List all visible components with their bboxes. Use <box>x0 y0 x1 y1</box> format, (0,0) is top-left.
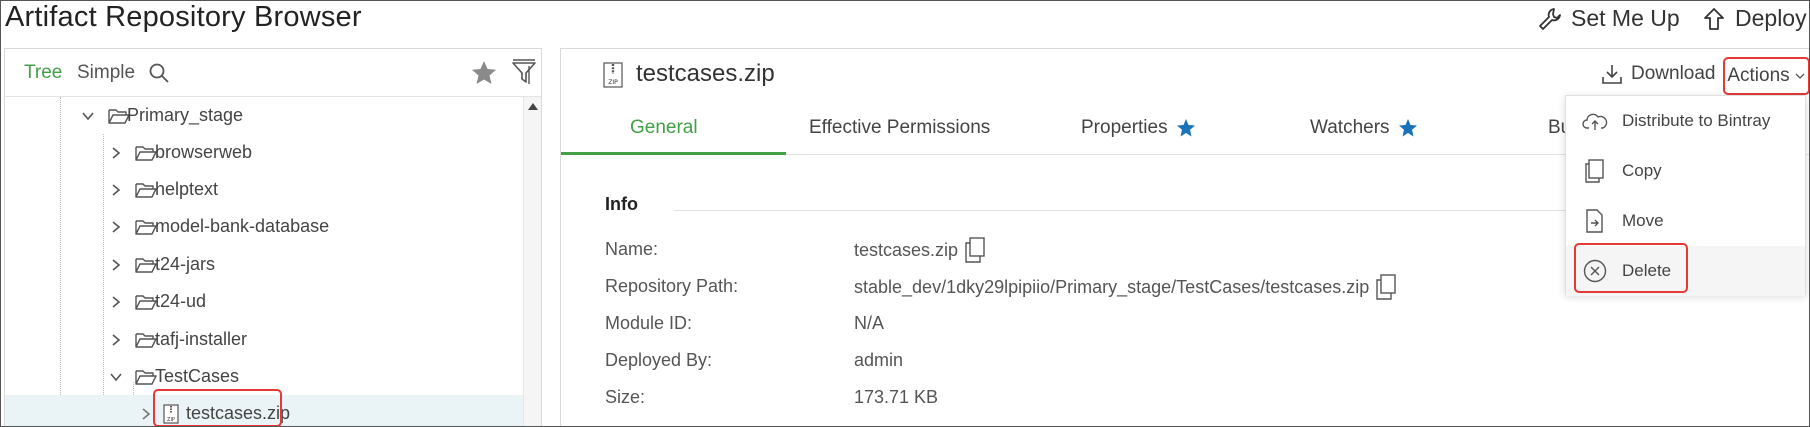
info-repo-path-value: stable_dev/1dky29lpipiio/Primary_stage/T… <box>854 274 1397 300</box>
chevron-down-icon[interactable] <box>109 370 123 384</box>
info-value-text: admin <box>854 350 904 370</box>
actions-menu: Distribute to Bintray Copy Move Delete <box>1565 95 1806 296</box>
tree-item-primary-stage[interactable]: Primary_stage <box>5 97 523 134</box>
chevron-right-icon[interactable] <box>109 333 123 347</box>
star-icon <box>1398 119 1417 137</box>
actions-label: Actions <box>1727 65 1790 86</box>
tree-item-label: model-bank-database <box>155 216 330 236</box>
download-label: Download <box>1631 63 1716 84</box>
tab-label: General <box>630 117 698 138</box>
tree-item-label: TestCases <box>155 366 240 386</box>
info-section-title: Info <box>605 194 638 214</box>
copy-icon <box>1585 159 1604 183</box>
copy-icon[interactable] <box>1375 274 1397 300</box>
folder-open-icon <box>135 219 157 235</box>
tree-item-t24-ud[interactable]: t24-ud <box>5 283 523 320</box>
tree-toolbar: Tree Simple <box>5 49 541 97</box>
tab-label: Watchers <box>1310 117 1390 138</box>
tab-label: Properties <box>1081 117 1168 138</box>
tree-panel: Tree Simple Primary_stage browserweb hel… <box>4 48 542 426</box>
info-name-label: Name: <box>605 239 659 259</box>
svg-text:ZIP: ZIP <box>608 79 618 86</box>
tree-item-helptext[interactable]: helptext <box>5 171 523 208</box>
menu-item-label: Move <box>1622 211 1664 230</box>
chevron-down-icon <box>1795 73 1805 79</box>
repository-tree: Primary_stage browserweb helptext model-… <box>5 97 523 426</box>
folder-open-icon <box>135 369 157 385</box>
tree-item-label: tafj-installer <box>155 329 248 349</box>
download-icon <box>1602 65 1622 84</box>
info-deployed-by-label: Deployed By: <box>605 350 713 370</box>
info-deployed-by-value: admin <box>854 350 903 371</box>
info-value-text: testcases.zip <box>854 239 959 260</box>
menu-item-copy[interactable]: Copy <box>1566 146 1805 196</box>
chevron-right-icon[interactable] <box>139 407 153 421</box>
tab-general[interactable]: General <box>630 117 698 139</box>
folder-open-icon <box>135 257 157 273</box>
info-repo-path-label: Repository Path: <box>605 276 739 296</box>
chevron-right-icon[interactable] <box>109 295 123 309</box>
menu-item-label: Distribute to Bintray <box>1622 111 1771 130</box>
upload-arrow-icon <box>1704 7 1724 30</box>
tab-properties[interactable]: Properties <box>1081 117 1196 139</box>
tree-item-tafj-installer[interactable]: tafj-installer <box>5 321 523 358</box>
info-module-id-value: N/A <box>854 313 884 334</box>
tab-effective-permissions[interactable]: Effective Permissions <box>809 117 990 139</box>
favorites-star-icon[interactable] <box>470 59 498 87</box>
chevron-right-icon[interactable] <box>109 146 123 160</box>
zip-file-icon: ZIP <box>603 62 623 88</box>
chevron-right-icon[interactable] <box>109 220 123 234</box>
actions-dropdown-button[interactable]: Actions <box>1723 57 1809 95</box>
menu-item-label: Copy <box>1622 161 1662 180</box>
deploy-label: Deploy <box>1735 5 1807 31</box>
info-size-label: Size: <box>605 387 646 407</box>
menu-item-distribute[interactable]: Distribute to Bintray <box>1566 96 1805 146</box>
info-name-value: testcases.zip <box>854 237 986 263</box>
app-window: Artifact Repository Browser Set Me Up De… <box>0 0 1810 427</box>
tree-item-browserweb[interactable]: browserweb <box>5 134 523 171</box>
set-me-up-label: Set Me Up <box>1571 5 1680 31</box>
tree-item-label: browserweb <box>155 142 253 162</box>
chevron-right-icon[interactable] <box>109 183 123 197</box>
tree-item-model-bank-database[interactable]: model-bank-database <box>5 208 523 245</box>
copy-icon[interactable] <box>964 237 986 263</box>
set-me-up-button[interactable]: Set Me Up <box>1537 5 1680 32</box>
tree-item-label: t24-jars <box>155 254 216 274</box>
tab-watchers[interactable]: Watchers <box>1310 117 1418 139</box>
folder-open-icon <box>135 332 157 348</box>
scroll-up-arrow-icon[interactable] <box>528 103 538 110</box>
move-icon <box>1586 209 1603 233</box>
info-module-id-label: Module ID: <box>605 313 693 333</box>
info-value-text: 173.71 KB <box>854 387 939 407</box>
menu-item-move[interactable]: Move <box>1566 196 1805 246</box>
delete-highlight <box>1574 243 1688 293</box>
folder-open-icon <box>135 182 157 198</box>
chevron-down-icon[interactable] <box>81 109 95 123</box>
tree-view-tab[interactable]: Tree <box>24 62 62 84</box>
tree-item-t24-jars[interactable]: t24-jars <box>5 246 523 283</box>
search-icon[interactable] <box>147 61 171 85</box>
download-button[interactable]: Download <box>1601 63 1716 85</box>
chevron-right-icon[interactable] <box>109 258 123 272</box>
cloud-upload-icon <box>1582 113 1608 130</box>
info-size-value: 173.71 KB <box>854 387 938 408</box>
page-title: Artifact Repository Browser <box>5 1 362 33</box>
artifact-name: testcases.zip <box>636 60 775 87</box>
folder-open-icon <box>135 294 157 310</box>
deploy-button[interactable]: Deploy <box>1701 5 1807 32</box>
selected-file-highlight <box>153 389 282 426</box>
tree-item-label: t24-ud <box>155 291 207 311</box>
simple-view-tab[interactable]: Simple <box>77 62 135 84</box>
info-value-text: N/A <box>854 313 885 333</box>
info-value-text: stable_dev/1dky29lpipiio/Primary_stage/T… <box>854 276 1370 297</box>
folder-open-icon <box>135 145 157 161</box>
tree-scrollbar[interactable] <box>523 97 541 426</box>
tree-item-label: Primary_stage <box>127 105 244 125</box>
active-tab-indicator <box>561 152 786 155</box>
tree-item-label: helptext <box>155 179 219 199</box>
wrench-icon <box>1539 7 1561 30</box>
star-icon <box>1176 119 1195 137</box>
tab-label: Effective Permissions <box>809 117 991 138</box>
filter-icon[interactable] <box>511 58 537 86</box>
